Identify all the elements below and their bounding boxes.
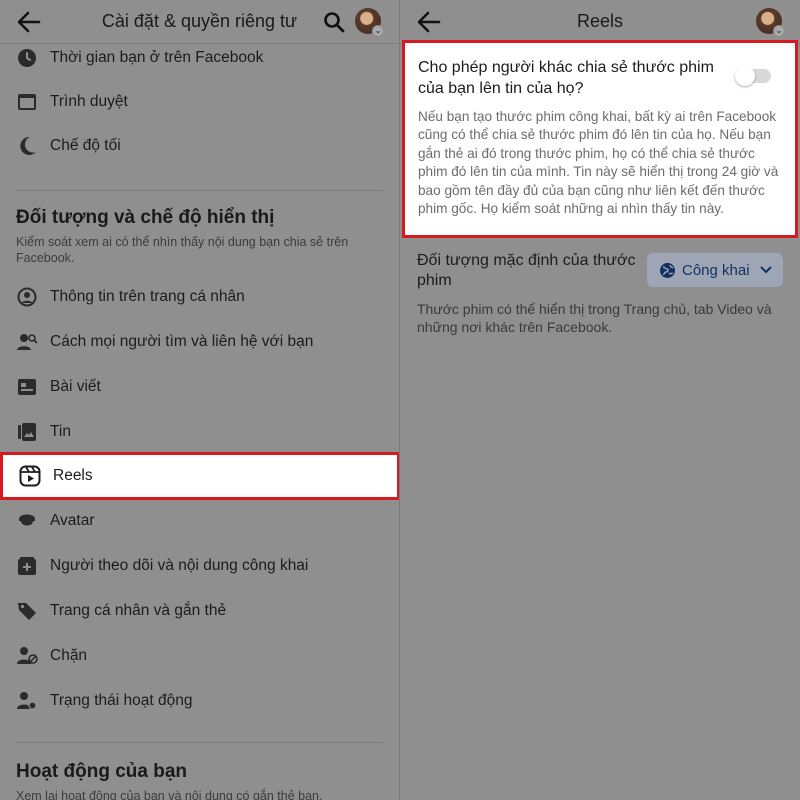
chevron-down-icon: ⌄	[372, 25, 384, 37]
menu-item-label: Trình duyệt	[50, 93, 128, 110]
menu-item-label: Bài viết	[50, 378, 101, 395]
menu-item-profile-info[interactable]: Thông tin trên trang cá nhân	[0, 279, 399, 315]
chevron-down-icon: ⌄	[773, 25, 785, 37]
back-button[interactable]	[14, 8, 44, 36]
story-icon	[16, 421, 38, 443]
settings-pane: Cài đặt & quyền riêng tư ⌄ Thời gian bạn…	[0, 0, 400, 800]
share-reels-description: Nếu bạn tạo thước phim công khai, bất kỳ…	[418, 109, 779, 217]
back-button[interactable]	[414, 8, 444, 36]
avatar[interactable]: ⌄	[756, 8, 785, 37]
followers-icon	[16, 555, 38, 577]
menu-item-label: Người theo dõi và nội dung công khai	[50, 557, 309, 574]
clock-icon	[16, 47, 38, 69]
reels-settings-pane: Reels ⌄ Cho phép người khác chia sẻ thướ…	[400, 0, 800, 800]
section-title-activity: Hoạt động của bạn	[16, 761, 187, 782]
menu-item-browser[interactable]: Trình duyệt	[0, 84, 399, 120]
menu-item-avatar[interactable]: Avatar	[0, 503, 399, 539]
profile-info-icon	[16, 286, 38, 308]
post-icon	[16, 376, 38, 398]
back-arrow-icon	[417, 11, 441, 33]
chevron-down-icon	[759, 266, 772, 274]
menu-item-label: Cách mọi người tìm và liên hệ với bạn	[50, 333, 314, 350]
menu-item-reels[interactable]: Reels	[0, 452, 399, 500]
share-reels-question: Cho phép người khác chia sẻ thước phim c…	[418, 59, 714, 97]
reels-header: Reels ⌄	[400, 0, 800, 44]
moon-icon	[16, 135, 38, 157]
search-button[interactable]	[321, 9, 347, 35]
avatar[interactable]: ⌄	[355, 8, 384, 37]
menu-item-label: Thời gian bạn ở trên Facebook	[50, 49, 264, 66]
share-reels-setting: Cho phép người khác chia sẻ thước phim c…	[402, 40, 798, 238]
menu-item-label: Trang cá nhân và gắn thẻ	[50, 602, 227, 619]
reels-icon	[19, 465, 41, 487]
tag-icon	[16, 600, 38, 622]
block-icon	[16, 645, 38, 667]
share-reels-toggle[interactable]	[735, 66, 771, 86]
settings-header: Cài đặt & quyền riêng tư ⌄	[0, 0, 399, 44]
globe-icon	[660, 262, 675, 278]
browser-icon	[16, 91, 38, 113]
section-description: Kiểm soát xem ai có thể nhìn thấy nội du…	[16, 235, 349, 265]
default-audience-title: Đối tượng mặc định của thước phim	[417, 252, 636, 289]
menu-item-label: Chặn	[50, 647, 88, 664]
menu-item-label: Tin	[50, 423, 71, 440]
audience-selector-label: Công khai	[682, 261, 750, 279]
active-status-icon	[16, 690, 38, 712]
avatar-face-icon	[16, 510, 38, 532]
find-contact-icon	[16, 331, 38, 353]
menu-item-time-on-facebook[interactable]: Thời gian bạn ở trên Facebook	[0, 40, 399, 76]
menu-item-stories[interactable]: Tin	[0, 414, 399, 450]
menu-item-label: Thông tin trên trang cá nhân	[50, 288, 245, 305]
menu-item-followers[interactable]: Người theo dõi và nội dung công khai	[0, 548, 399, 584]
menu-item-label: Chế độ tối	[50, 137, 121, 154]
toggle-knob	[735, 66, 755, 86]
menu-item-label: Reels	[53, 467, 93, 484]
back-arrow-icon	[17, 11, 41, 33]
menu-item-profile-tagging[interactable]: Trang cá nhân và gắn thẻ	[0, 593, 399, 629]
menu-item-block[interactable]: Chặn	[0, 638, 399, 674]
search-icon	[324, 12, 345, 33]
section-divider	[16, 190, 383, 191]
menu-item-active-status[interactable]: Trạng thái hoạt động	[0, 683, 399, 719]
section-divider	[16, 742, 383, 743]
menu-item-posts[interactable]: Bài viết	[0, 369, 399, 405]
menu-item-find-contact[interactable]: Cách mọi người tìm và liên hệ với bạn	[0, 324, 399, 360]
section-title-audience: Đối tượng và chế độ hiển thị	[16, 207, 275, 228]
menu-item-label: Trạng thái hoạt động	[50, 692, 193, 709]
page-title: Reels	[576, 11, 624, 31]
menu-item-dark-mode[interactable]: Chế độ tối	[0, 128, 399, 164]
section-description: Xem lại hoạt động của bạn và nội dung có…	[16, 789, 323, 800]
menu-item-label: Avatar	[50, 512, 95, 529]
audience-selector-button[interactable]: Công khai	[647, 253, 783, 287]
default-audience-description: Thước phim có thể hiển thị trong Trang c…	[417, 301, 772, 335]
